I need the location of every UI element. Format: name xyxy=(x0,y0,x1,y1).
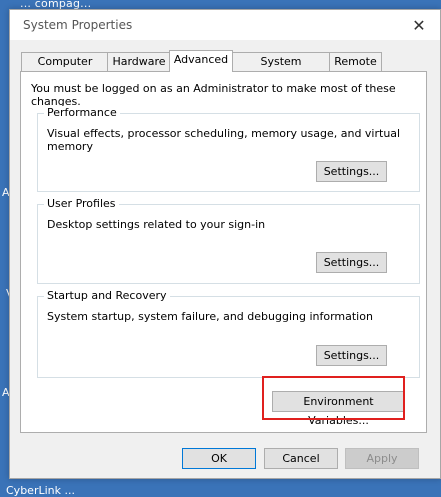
performance-settings-button[interactable]: Settings... xyxy=(316,161,387,182)
system-properties-dialog: System Properties ✕ Computer Name Hardwa… xyxy=(9,9,441,479)
startup-recovery-settings-button[interactable]: Settings... xyxy=(316,345,387,366)
desktop-icon-label[interactable]: CyberLink ... xyxy=(6,484,75,497)
user-profiles-group: User Profiles Desktop settings related t… xyxy=(37,197,420,284)
admin-message: You must be logged on as an Administrato… xyxy=(31,82,396,108)
tab-hardware[interactable]: Hardware xyxy=(107,52,171,71)
window-title: System Properties xyxy=(23,18,133,32)
user-profiles-settings-button[interactable]: Settings... xyxy=(316,252,387,273)
close-icon[interactable]: ✕ xyxy=(408,15,430,37)
ok-button[interactable]: OK xyxy=(182,448,256,469)
performance-group: Performance Visual effects, processor sc… xyxy=(37,106,420,192)
group-description: Desktop settings related to your sign-in xyxy=(47,218,266,231)
tab-computer-name[interactable]: Computer Name xyxy=(21,52,109,86)
group-legend: Startup and Recovery xyxy=(44,289,170,302)
group-legend: Performance xyxy=(44,106,120,119)
apply-button[interactable]: Apply xyxy=(345,448,419,469)
annotation-highlight-box xyxy=(262,376,405,420)
startup-recovery-group: Startup and Recovery System startup, sys… xyxy=(37,289,420,378)
tab-system-protection[interactable]: System Protection xyxy=(231,52,331,86)
tab-remote[interactable]: Remote xyxy=(329,52,382,71)
group-description: Visual effects, processor scheduling, me… xyxy=(47,127,401,153)
cancel-button[interactable]: Cancel xyxy=(264,448,338,469)
title-bar[interactable]: System Properties ✕ xyxy=(10,10,440,40)
group-description: System startup, system failure, and debu… xyxy=(47,310,373,323)
tab-advanced[interactable]: Advanced xyxy=(169,50,233,72)
group-legend: User Profiles xyxy=(44,197,119,210)
